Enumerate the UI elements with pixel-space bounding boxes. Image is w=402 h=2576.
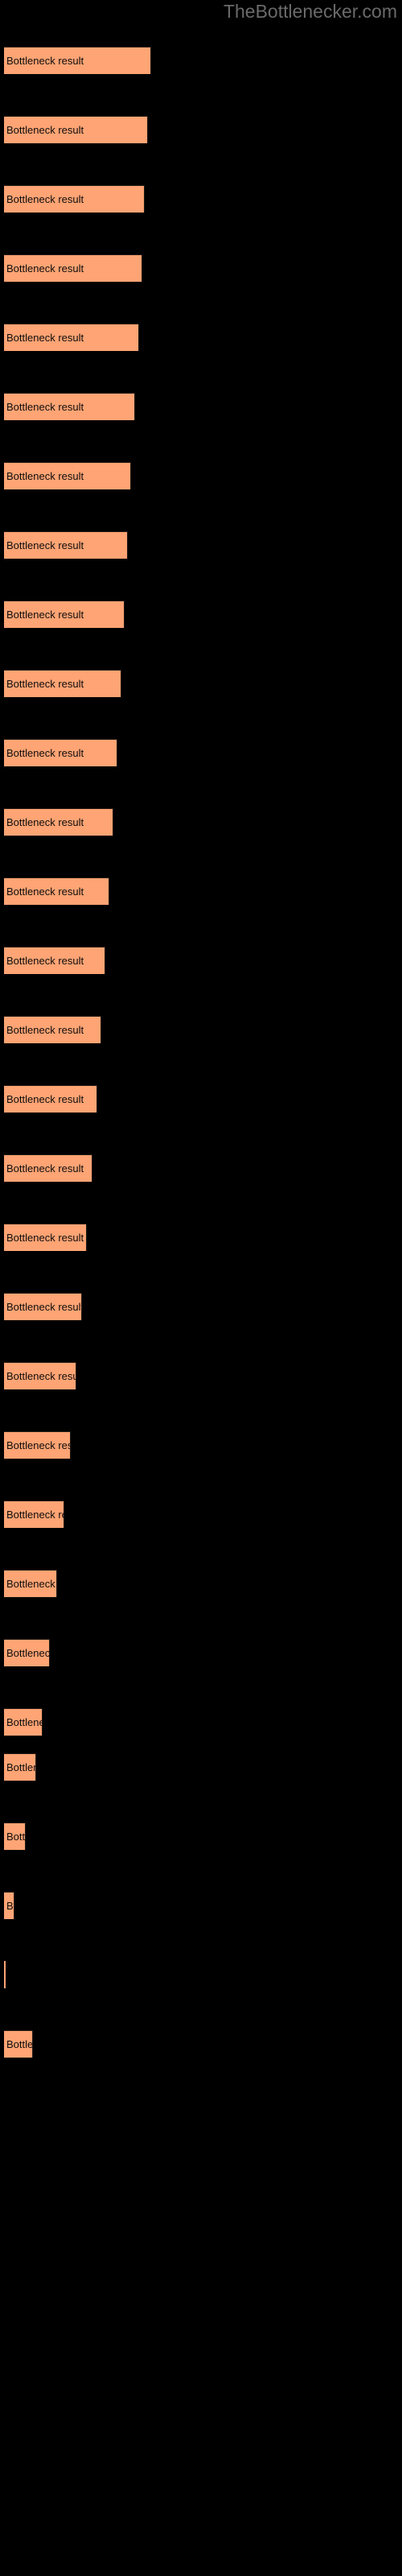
bar-label: Bottleneck result — [6, 262, 84, 275]
bar-item: Bottleneck result — [4, 670, 121, 697]
bar-label: Bottleneck result — [6, 332, 84, 344]
bar-item: Bottleneck result — [4, 393, 135, 420]
bar-label: Bottleneck result — [6, 609, 84, 621]
bar-label: Bottleneck result — [6, 1301, 82, 1313]
bar-item: Bottleneck result — [4, 1892, 14, 1919]
bar-item: Bottleneck result — [4, 47, 151, 74]
bar-item: Bottleneck result — [4, 1501, 64, 1528]
bar-label: Bottleneck result — [6, 124, 84, 136]
bar-item: Bottleneck result — [4, 1016, 101, 1043]
bar-item: Bottleneck result — [4, 1085, 97, 1113]
bar-label: Bottleneck result — [6, 2038, 33, 2050]
bar-label: Bottleneck result — [6, 1024, 84, 1036]
bar-item: Bottleneck result — [4, 2030, 33, 2058]
bar-item: Bottleneck result — [4, 877, 109, 905]
bar-item: Bottleneck result — [4, 185, 145, 213]
bar-label: Bottleneck result — [6, 1578, 56, 1590]
bar-label: Bottleneck result — [6, 1647, 50, 1659]
bar-item: Bottleneck result — [4, 1961, 6, 1988]
bar-label: Bottleneck result — [6, 1370, 76, 1382]
bar-item: Bottleneck result — [4, 947, 105, 974]
bar-label: Bottleneck result — [6, 1509, 64, 1521]
chart-canvas: TheBottlenecker.com Bottleneck result Bot… — [0, 0, 402, 2576]
bar-label: Bottleneck result — [6, 1162, 84, 1174]
bar-label: Bottleneck result — [6, 955, 84, 967]
bar-label: Bottleneck result — [6, 1831, 26, 1843]
bar-label: Bottleneck result — [6, 1900, 14, 1912]
bar-label: Bottleneck result — [6, 539, 84, 551]
bar-item: Bottleneck result — [4, 324, 139, 351]
bar-item: Bottleneck result — [4, 1639, 50, 1666]
bar-item: Bottleneck result — [4, 1431, 71, 1459]
bar-item: Bottleneck result — [4, 1154, 92, 1182]
bar-label: Bottleneck result — [6, 747, 84, 759]
bar-item: Bottleneck result — [4, 116, 148, 143]
bar-item: Bottleneck result — [4, 1753, 36, 1781]
bar-label: Bottleneck result — [6, 55, 84, 67]
bar-label: Bottleneck result — [6, 886, 84, 898]
bar-item: Bottleneck result — [4, 1708, 43, 1736]
bar-label: Bottleneck result — [6, 401, 84, 413]
bar-label: Bottleneck result — [6, 1232, 84, 1244]
bar-label: Bottleneck result — [6, 1093, 84, 1105]
bar-label: Bottleneck result — [6, 678, 84, 690]
bar-item: Bottleneck result — [4, 808, 113, 836]
bar-item: Bottleneck result — [4, 531, 128, 559]
bar-label: Bottleneck result — [6, 1716, 42, 1728]
bar-item: Bottleneck result — [4, 739, 117, 766]
bar-item: Bottleneck result — [4, 1224, 87, 1251]
bar-item: Bottleneck result — [4, 601, 125, 628]
bar-series: Bottleneck result Bottleneck result Bottle… — [0, 0, 402, 2576]
bar-label: Bottleneck result — [6, 816, 84, 828]
bar-item: Bottleneck result — [4, 1362, 76, 1389]
bar-item: Bottleneck result — [4, 462, 131, 489]
bar-label: Bottleneck result — [6, 470, 84, 482]
bar-item: Bottleneck result — [4, 254, 142, 282]
bar-label: Bottleneck result — [6, 193, 84, 205]
bar-item: Bottleneck result — [4, 1823, 26, 1850]
bar-label: Bottleneck result — [6, 1761, 35, 1773]
bar-item: Bottleneck result — [4, 1570, 57, 1597]
bar-label: Bottleneck result — [6, 1439, 70, 1451]
bar-item: Bottleneck result — [4, 1293, 82, 1320]
